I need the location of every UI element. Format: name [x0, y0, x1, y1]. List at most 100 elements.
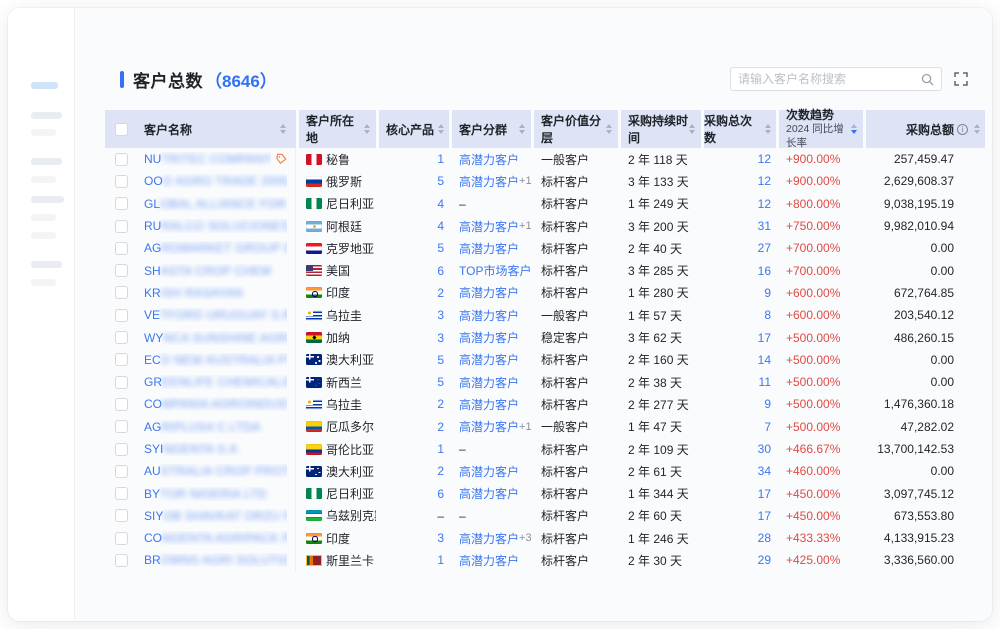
- table-row[interactable]: NUTRITEC COMPANY S.A.C 秘鲁 1 高潜力客户 一般客户 2…: [105, 148, 985, 170]
- core-products-count[interactable]: 2: [379, 416, 449, 438]
- segment-link[interactable]: TOP市场客户: [459, 262, 531, 279]
- row-checkbox[interactable]: [115, 398, 128, 411]
- table-row[interactable]: SYINGENTA S.A 哥伦比亚 1 – 标杆客户 2 年 109 天 30…: [105, 438, 985, 460]
- segment-link[interactable]: 高潜力客户: [459, 552, 519, 569]
- customer-name-link[interactable]: CONGENTA AGRIPACK PRIVATEE ...: [144, 531, 287, 545]
- purchase-count-link[interactable]: 27: [704, 237, 776, 259]
- customer-name-link[interactable]: WYNCA SUNSHINE AGRO PRODU...: [144, 331, 287, 345]
- customer-name-link[interactable]: AGROMARKET GROUP D.O.O: [144, 241, 287, 255]
- purchase-count-link[interactable]: 31: [704, 215, 776, 237]
- customer-name-link[interactable]: AGRIPLUS4 C.LTDA: [144, 420, 287, 434]
- purchase-count-link[interactable]: 28: [704, 527, 776, 549]
- core-products-count[interactable]: 5: [379, 371, 449, 393]
- row-checkbox[interactable]: [115, 264, 128, 277]
- core-products-count[interactable]: –: [379, 505, 449, 527]
- table-row[interactable]: GREENLIFE CHEMICALS LIMITED 新西兰 5 高潜力客户 …: [105, 371, 985, 393]
- customer-name-link[interactable]: KRISH RASAYAN: [144, 286, 287, 300]
- search-box[interactable]: [730, 67, 942, 91]
- row-checkbox[interactable]: [115, 309, 128, 322]
- core-products-count[interactable]: 1: [379, 549, 449, 571]
- customer-name-link[interactable]: OOO AGRO TRADE 2000: [144, 174, 287, 188]
- table-row[interactable]: BROWNS AGRI SOLUTIONS PVTLTD 斯里兰卡 1 高潜力客…: [105, 549, 985, 571]
- purchase-count-link[interactable]: 17: [704, 482, 776, 504]
- core-products-count[interactable]: 4: [379, 193, 449, 215]
- table-row[interactable]: VETFORD URUGUAY S.R.L 乌拉圭 3 高潜力客户 一般客户 1…: [105, 304, 985, 326]
- info-icon[interactable]: i: [957, 124, 968, 135]
- core-products-count[interactable]: 5: [379, 349, 449, 371]
- row-checkbox[interactable]: [115, 465, 128, 478]
- customer-name-link[interactable]: SYINGENTA S.A: [144, 442, 287, 456]
- purchase-count-link[interactable]: 9: [704, 393, 776, 415]
- segment-link[interactable]: 高潜力客户: [459, 173, 519, 190]
- core-products-count[interactable]: 1: [379, 438, 449, 460]
- segment-link[interactable]: –: [459, 442, 466, 456]
- row-checkbox[interactable]: [115, 420, 128, 433]
- purchase-count-link[interactable]: 17: [704, 326, 776, 348]
- select-all-checkbox[interactable]: [115, 123, 128, 136]
- customer-name-link[interactable]: COMPANIA AGROINDUSTRIALR...: [144, 397, 287, 411]
- column-header-duration[interactable]: 采购持续时间: [621, 110, 701, 148]
- core-products-count[interactable]: 3: [379, 326, 449, 348]
- row-checkbox[interactable]: [115, 153, 128, 166]
- customer-name-link[interactable]: BROWNS AGRI SOLUTIONS PVTLTD: [144, 553, 287, 567]
- expand-icon[interactable]: [954, 72, 968, 86]
- row-checkbox[interactable]: [115, 532, 128, 545]
- core-products-count[interactable]: 3: [379, 527, 449, 549]
- column-header-value-tier[interactable]: 客户价值分层: [534, 110, 618, 148]
- purchase-count-link[interactable]: 12: [704, 193, 776, 215]
- segment-link[interactable]: –: [459, 197, 466, 211]
- purchase-count-link[interactable]: 34: [704, 460, 776, 482]
- table-row[interactable]: OOO AGRO TRADE 2000 俄罗斯 5 高潜力客户 +1 标杆客户 …: [105, 170, 985, 192]
- row-checkbox[interactable]: [115, 197, 128, 210]
- customer-name-link[interactable]: GREENLIFE CHEMICALS LIMITED: [144, 375, 287, 389]
- row-checkbox[interactable]: [115, 353, 128, 366]
- customer-name-link[interactable]: BYTOR NIGERIA LTD: [144, 487, 287, 501]
- segment-link[interactable]: 高潜力客户: [459, 351, 519, 368]
- row-checkbox[interactable]: [115, 443, 128, 456]
- core-products-count[interactable]: 2: [379, 282, 449, 304]
- column-header-purchase-count[interactable]: 采购总次数: [704, 110, 776, 148]
- column-header-name[interactable]: 客户名称: [105, 110, 296, 148]
- table-row[interactable]: WYNCA SUNSHINE AGRO PRODU... 加纳 3 高潜力客户 …: [105, 326, 985, 348]
- table-row[interactable]: AGRIPLUS4 C.LTDA 厄瓜多尔 2 高潜力客户 +1 一般客户 1 …: [105, 416, 985, 438]
- purchase-count-link[interactable]: 8: [704, 304, 776, 326]
- customer-name-link[interactable]: SIYOB SHAVKAT ORZU FERMERX...: [144, 509, 287, 523]
- table-row[interactable]: SHASTA CROP CHEM 美国 6 TOP市场客户 标杆客户 3 年 2…: [105, 259, 985, 281]
- customer-name-link[interactable]: VETFORD URUGUAY S.R.L: [144, 308, 287, 322]
- table-row[interactable]: BYTOR NIGERIA LTD 尼日利亚 6 高潜力客户 标杆客户 1 年 …: [105, 482, 985, 504]
- row-checkbox[interactable]: [115, 509, 128, 522]
- column-header-location[interactable]: 客户所在地: [299, 110, 376, 148]
- table-row[interactable]: AUSTRALIA CROP PROTECTIONP... 澳大利亚 2 高潜力…: [105, 460, 985, 482]
- segment-link[interactable]: 高潜力客户: [459, 463, 519, 480]
- customer-name-link[interactable]: SHASTA CROP CHEM: [144, 264, 287, 278]
- purchase-count-link[interactable]: 30: [704, 438, 776, 460]
- core-products-count[interactable]: 4: [379, 215, 449, 237]
- table-row[interactable]: AGROMARKET GROUP D.O.O 克罗地亚 5 高潜力客户 标杆客户…: [105, 237, 985, 259]
- customer-name-link[interactable]: NUTRITEC COMPANY S.A.C: [144, 152, 271, 166]
- segment-link[interactable]: 高潜力客户: [459, 374, 519, 391]
- segment-link[interactable]: –: [459, 509, 466, 523]
- segment-link[interactable]: 高潜力客户: [459, 218, 519, 235]
- search-input[interactable]: [738, 72, 921, 86]
- row-checkbox[interactable]: [115, 242, 128, 255]
- core-products-count[interactable]: 2: [379, 460, 449, 482]
- customer-name-link[interactable]: ECO NEW AUSTRALIA PTY LIMITED: [144, 353, 287, 367]
- purchase-count-link[interactable]: 16: [704, 259, 776, 281]
- core-products-count[interactable]: 1: [379, 148, 449, 170]
- purchase-count-link[interactable]: 17: [704, 505, 776, 527]
- core-products-count[interactable]: 6: [379, 259, 449, 281]
- table-row[interactable]: COMPANIA AGROINDUSTRIALR... 乌拉圭 2 高潜力客户 …: [105, 393, 985, 415]
- table-row[interactable]: CONGENTA AGRIPACK PRIVATEE ... 印度 3 高潜力客…: [105, 527, 985, 549]
- segment-link[interactable]: 高潜力客户: [459, 329, 519, 346]
- row-checkbox[interactable]: [115, 220, 128, 233]
- segment-link[interactable]: 高潜力客户: [459, 418, 519, 435]
- core-products-count[interactable]: 5: [379, 170, 449, 192]
- core-products-count[interactable]: 5: [379, 237, 449, 259]
- segment-link[interactable]: 高潜力客户: [459, 151, 519, 168]
- row-checkbox[interactable]: [115, 554, 128, 567]
- column-header-core-products[interactable]: 核心产品: [379, 110, 449, 148]
- customer-name-link[interactable]: AUSTRALIA CROP PROTECTIONP...: [144, 464, 287, 478]
- table-row[interactable]: KRISH RASAYAN 印度 2 高潜力客户 标杆客户 1 年 280 天 …: [105, 282, 985, 304]
- table-row[interactable]: SIYOB SHAVKAT ORZU FERMERX... 乌兹别克斯坦 – –…: [105, 505, 985, 527]
- table-row[interactable]: RURALCO SOLUCIONES S.A 阿根廷 4 高潜力客户 +1 标杆…: [105, 215, 985, 237]
